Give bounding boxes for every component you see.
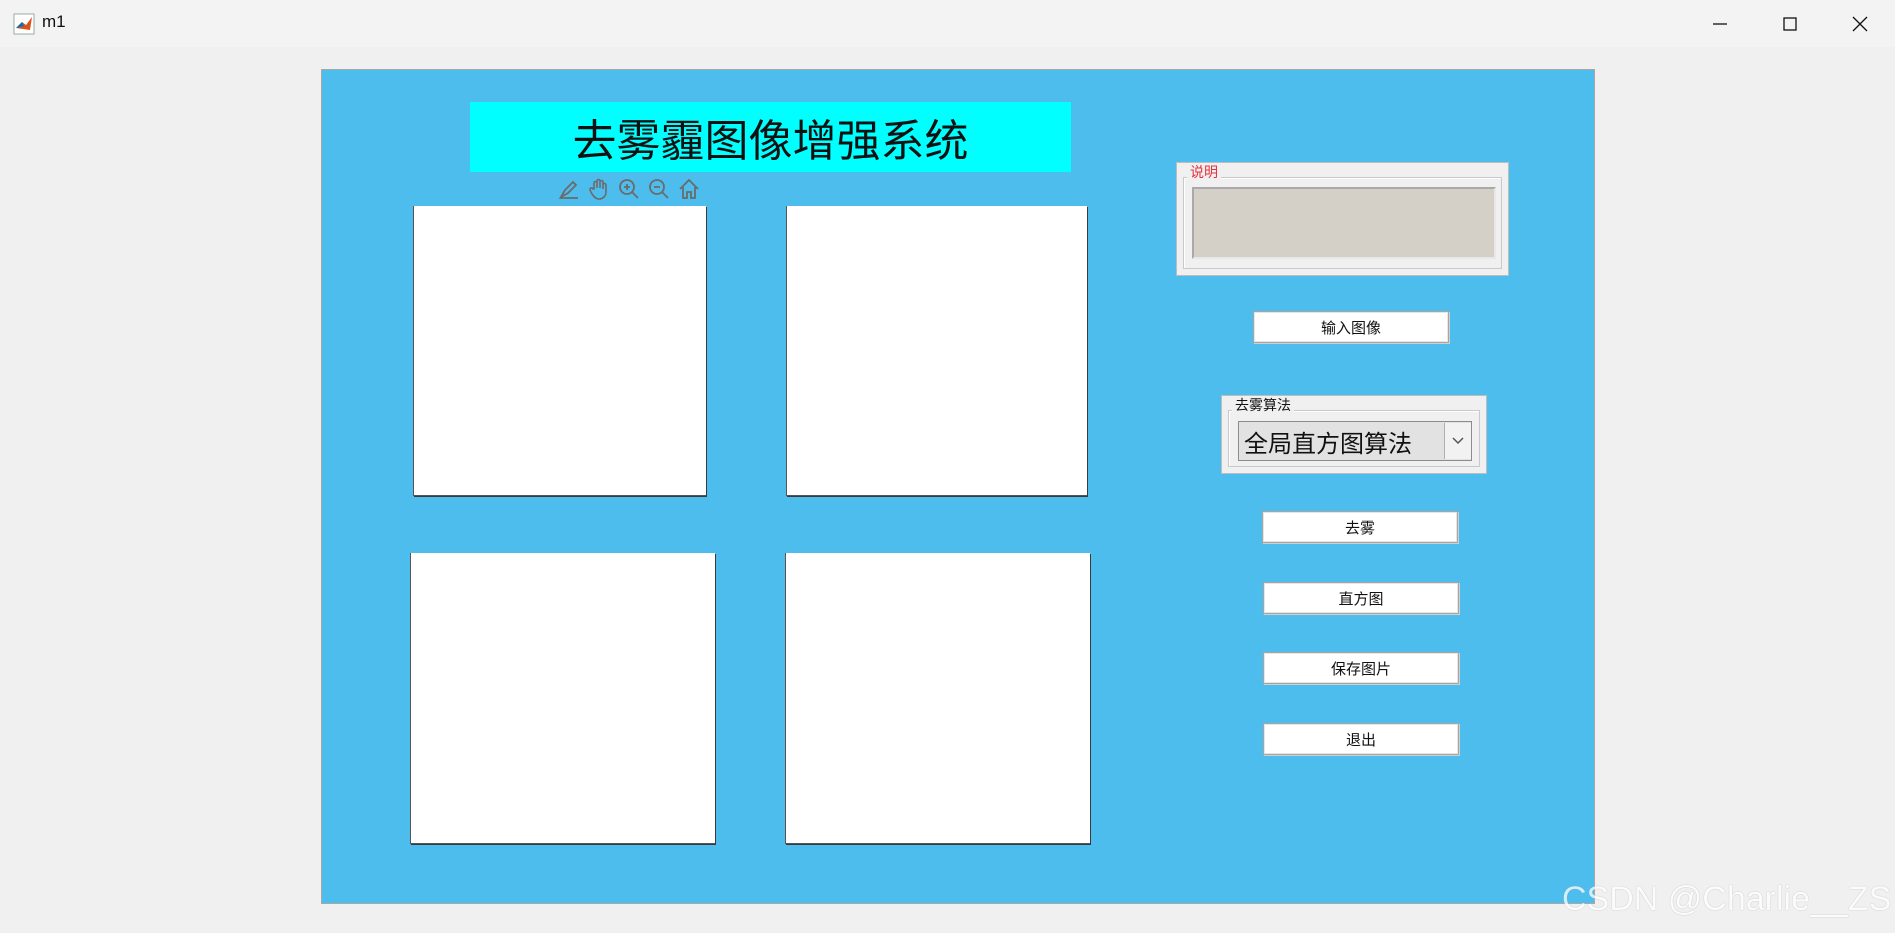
system-title: 去雾霾图像增强系统 xyxy=(470,102,1071,172)
maximize-button[interactable] xyxy=(1755,0,1825,47)
image-axes-1[interactable] xyxy=(413,206,706,496)
system-title-text: 去雾霾图像增强系统 xyxy=(572,116,969,167)
matlab-logo-icon xyxy=(13,13,35,35)
chevron-down-icon[interactable] xyxy=(1444,423,1471,459)
pan-hand-icon[interactable] xyxy=(585,175,613,203)
zoom-out-icon[interactable] xyxy=(645,175,673,203)
algorithm-select[interactable]: 全局直方图算法 xyxy=(1238,421,1472,461)
input-image-button[interactable]: 输入图像 xyxy=(1253,311,1449,343)
maximize-icon xyxy=(1783,17,1797,31)
image-axes-3[interactable] xyxy=(410,553,715,844)
window-titlebar: m1 xyxy=(0,0,1895,47)
description-panel-legend: 说明 xyxy=(1187,164,1221,182)
exit-button[interactable]: 退出 xyxy=(1263,723,1459,755)
image-axes-4[interactable] xyxy=(785,553,1090,844)
dehaze-button[interactable]: 去雾 xyxy=(1262,511,1458,543)
description-panel: 说明 xyxy=(1176,162,1509,276)
zoom-in-icon[interactable] xyxy=(615,175,643,203)
description-text-box xyxy=(1192,187,1496,259)
home-icon[interactable] xyxy=(675,175,703,203)
axes-toolbar xyxy=(555,175,703,203)
save-image-button[interactable]: 保存图片 xyxy=(1263,652,1459,684)
minimize-icon xyxy=(1713,23,1727,25)
close-button[interactable] xyxy=(1825,0,1895,47)
histogram-button[interactable]: 直方图 xyxy=(1263,582,1459,614)
window-title: m1 xyxy=(42,12,66,31)
minimize-button[interactable] xyxy=(1685,0,1755,47)
brush-icon[interactable] xyxy=(555,175,583,203)
image-axes-2[interactable] xyxy=(786,206,1087,496)
close-icon xyxy=(1852,16,1868,32)
algorithm-panel-legend: 去雾算法 xyxy=(1232,397,1294,415)
algorithm-select-value: 全局直方图算法 xyxy=(1244,429,1412,458)
algorithm-panel: 去雾算法 全局直方图算法 xyxy=(1221,395,1487,474)
watermark: CSDN @Charlie__ZS xyxy=(1562,880,1892,918)
